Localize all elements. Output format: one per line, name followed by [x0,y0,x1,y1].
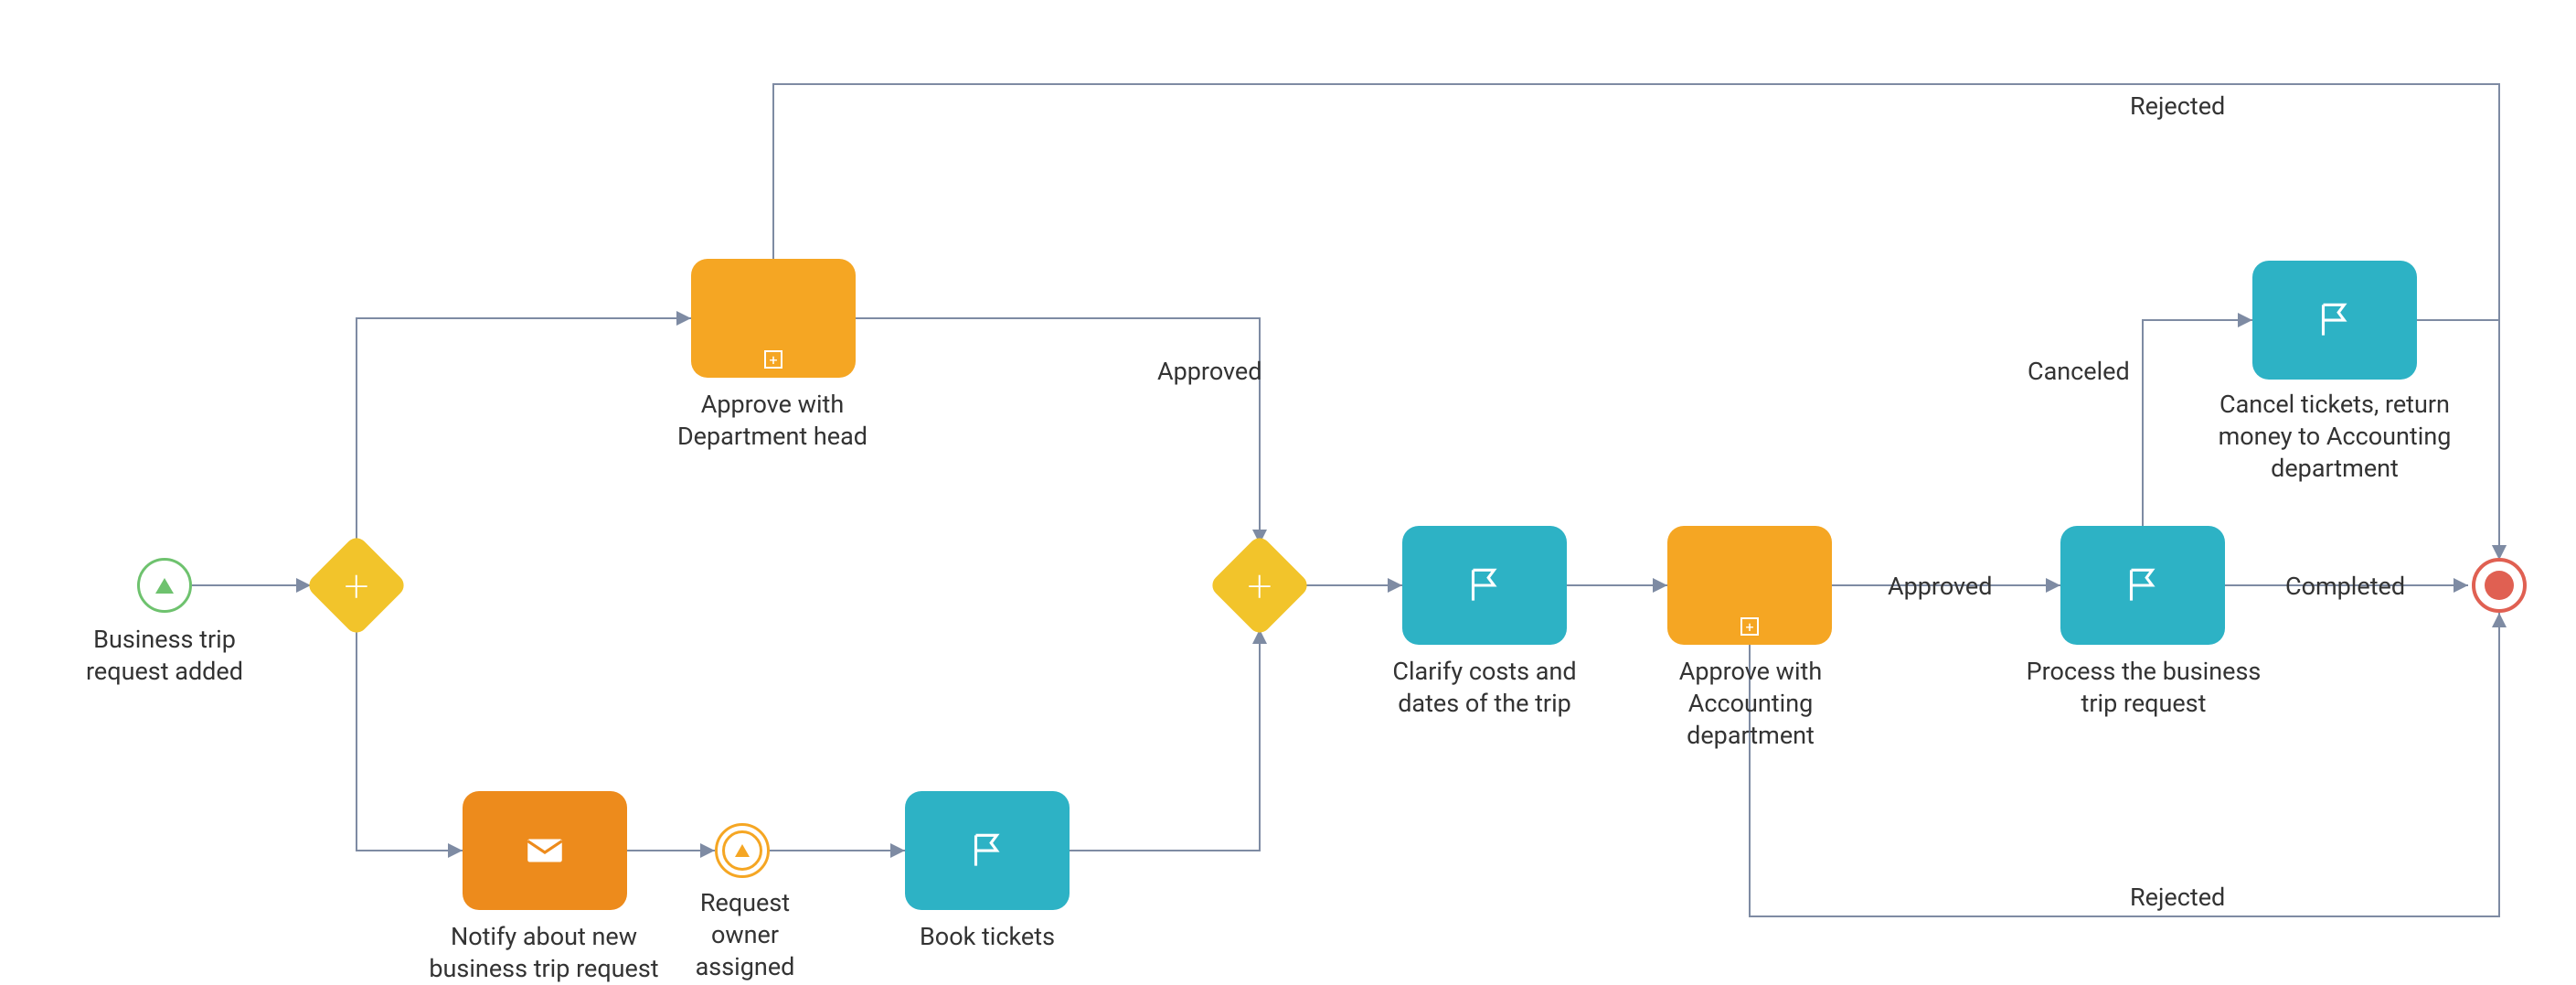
task-clarify-label: Clarify costs and dates of the trip [1375,656,1594,720]
task-approve-acct: + [1667,526,1832,645]
bpmn-canvas: Business trip request added + + Approve … [0,0,2576,979]
task-notify-label: Notify about new business trip request [411,921,676,985]
task-process-req [2060,526,2225,645]
plus-icon: + [1223,549,1296,622]
edge-label-rejected-1: Rejected [2130,91,2225,121]
start-event [137,558,192,613]
task-book-tickets [905,791,1070,910]
signal-icon [735,844,750,857]
end-icon [2485,571,2514,600]
mail-icon [522,828,568,873]
task-approve-acct-label: Approve with Accounting department [1645,656,1856,752]
task-cancel-tickets [2252,261,2417,380]
task-approve-dept: + [691,259,856,378]
edge-label-approved-1: Approved [1157,357,1261,386]
task-cancel-tickets-label: Cancel tickets, return money to Accounti… [2188,389,2481,485]
start-label: Business trip request added [73,624,256,688]
edge-label-completed: Completed [2285,572,2405,601]
flag-icon [964,828,1010,873]
edge-label-canceled: Canceled [2028,357,2130,386]
flag-icon [2120,562,2166,608]
edge-label-approved-2: Approved [1888,572,1992,601]
intermediate-event [715,823,770,878]
plus-icon: + [320,549,393,622]
connectors [0,0,2576,979]
gateway-split: + [320,549,393,622]
task-approve-dept-label: Approve with Department head [658,389,887,453]
task-clarify [1402,526,1567,645]
end-event [2472,558,2527,613]
gateway-join: + [1223,549,1296,622]
edge-label-rejected-2: Rejected [2130,883,2225,912]
task-book-tickets-label: Book tickets [910,921,1065,953]
intermediate-event-label: Request owner assigned [676,887,814,983]
flag-icon [1462,562,1507,608]
subprocess-icon: + [1740,617,1759,636]
start-icon [155,578,174,594]
task-process-req-label: Process the business trip request [2011,656,2276,720]
subprocess-icon: + [764,350,782,369]
task-notify [463,791,627,910]
flag-icon [2312,297,2358,343]
